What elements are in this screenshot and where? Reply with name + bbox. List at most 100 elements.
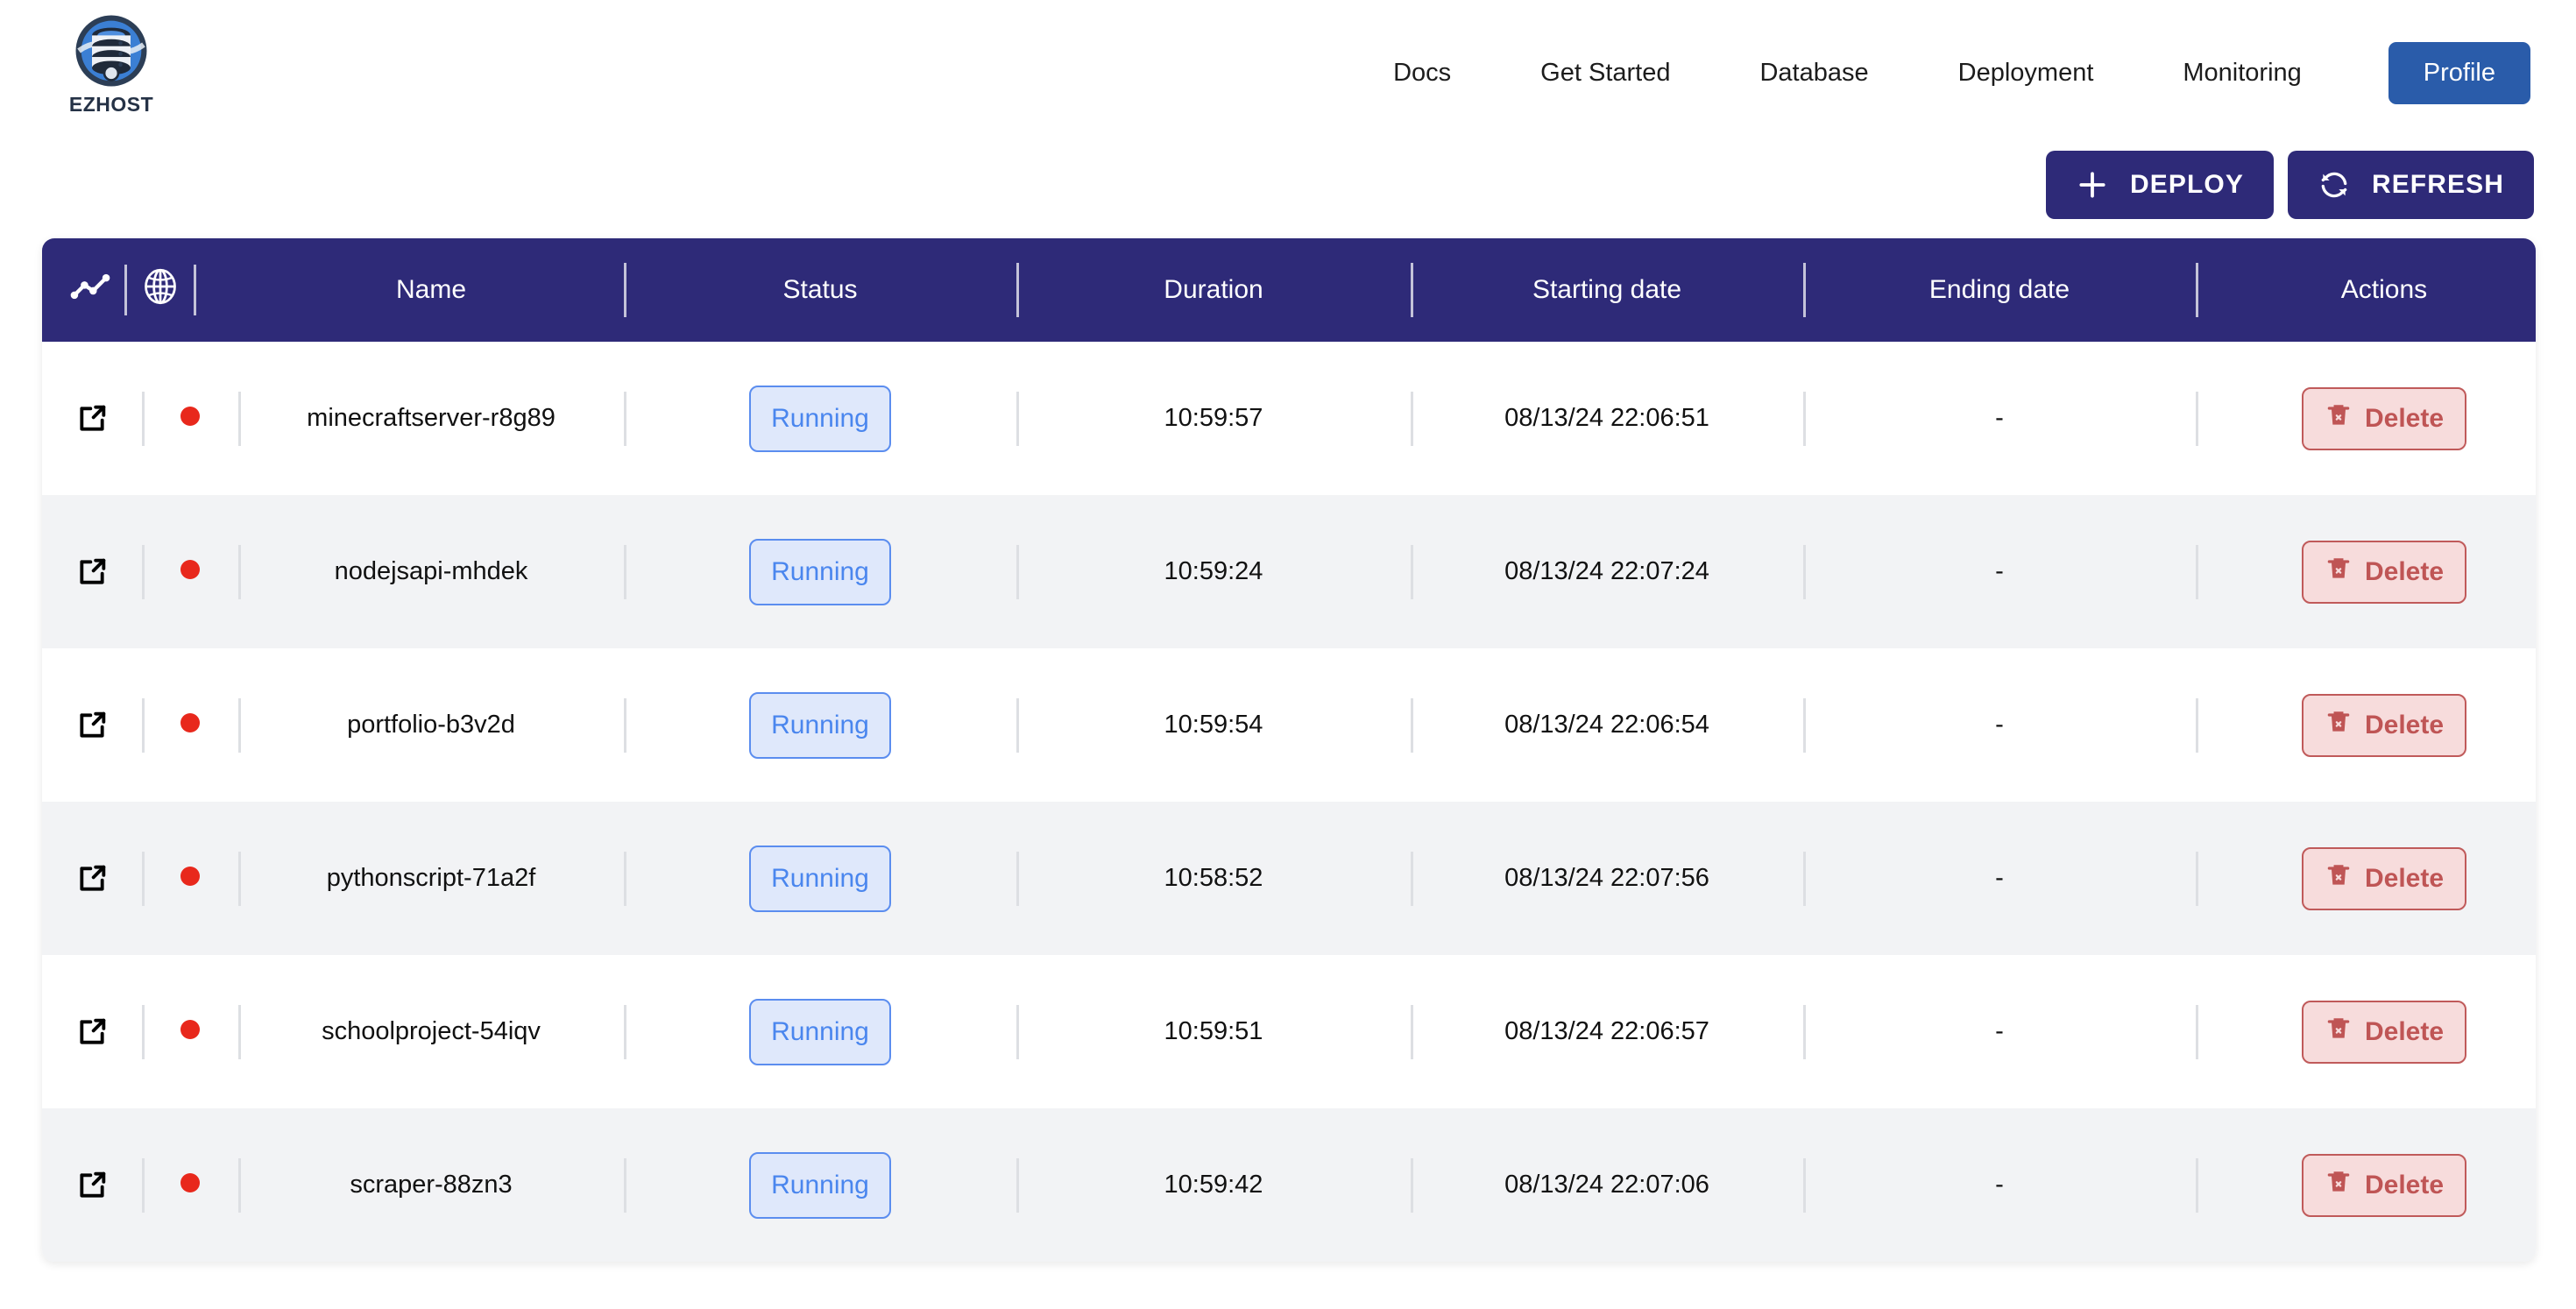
open-external-link-button[interactable] xyxy=(42,955,142,1108)
trash-icon xyxy=(2325,555,2353,590)
status-badge[interactable]: Running xyxy=(749,1151,891,1219)
table-row: portfolio-b3v2d Running 10:59:54 08/13/24 2… xyxy=(42,648,2536,802)
column-header-starting-date[interactable]: Starting date xyxy=(1411,238,1803,342)
cell-status: Running xyxy=(624,342,1016,495)
nav-item-monitoring[interactable]: Monitoring xyxy=(2138,59,2346,88)
status-badge[interactable]: Running xyxy=(749,691,891,759)
status-badge[interactable]: Running xyxy=(749,845,891,912)
cell-ending-date: - xyxy=(1803,802,2196,955)
nav-item-database[interactable]: Database xyxy=(1715,59,1913,88)
ending-date-value: - xyxy=(1995,711,2004,739)
trash-icon xyxy=(2325,1015,2353,1050)
trash-icon xyxy=(2325,708,2353,743)
table-row: scraper-88zn3 Running 10:59:42 08/13/24 22:… xyxy=(42,1108,2536,1262)
delete-button[interactable]: Delete xyxy=(2301,693,2467,757)
status-dot-icon xyxy=(180,713,200,732)
status-badge[interactable]: Running xyxy=(749,385,891,452)
delete-button[interactable]: Delete xyxy=(2301,1000,2467,1064)
refresh-icon xyxy=(2318,168,2351,202)
delete-button-label: Delete xyxy=(2364,710,2445,739)
open-external-link-button[interactable] xyxy=(42,1108,142,1262)
status-dot-icon xyxy=(180,560,200,579)
column-header-ending-date[interactable]: Ending date xyxy=(1803,238,2196,342)
ending-date-value: - xyxy=(1995,1171,2004,1199)
cell-duration: 10:59:57 xyxy=(1016,342,1411,495)
open-external-link-button[interactable] xyxy=(42,648,142,802)
open-external-link-button[interactable] xyxy=(42,342,142,495)
header-icon-divider-2 xyxy=(194,265,196,315)
cell-ending-date: - xyxy=(1803,648,2196,802)
status-badge[interactable]: Running xyxy=(749,998,891,1065)
column-header-duration[interactable]: Duration xyxy=(1016,238,1411,342)
nav-item-docs[interactable]: Docs xyxy=(1348,59,1496,88)
cell-name: scraper-88zn3 xyxy=(238,1108,624,1262)
table-row: schoolproject-54iqv Running 10:59:51 08/13/… xyxy=(42,955,2536,1108)
status-dot-cell xyxy=(142,1108,238,1262)
nav-links: Docs Get Started Database Deployment Mon… xyxy=(1348,0,2530,104)
cell-actions: Delete xyxy=(2196,955,2536,1108)
top-navigation-bar: EZHOST Docs Get Started Database Deploym… xyxy=(0,0,2576,166)
deploy-button-label: DEPLOY xyxy=(2129,170,2244,199)
delete-button[interactable]: Delete xyxy=(2301,386,2467,450)
status-dot-icon xyxy=(180,407,200,426)
cell-status: Running xyxy=(624,495,1016,648)
cell-duration: 10:59:24 xyxy=(1016,495,1411,648)
trash-icon xyxy=(2325,401,2353,436)
cell-duration: 10:59:42 xyxy=(1016,1108,1411,1262)
cell-name: nodejsapi-mhdek xyxy=(238,495,624,648)
delete-button-label: Delete xyxy=(2364,1170,2445,1199)
delete-button-label: Delete xyxy=(2364,863,2445,893)
plus-icon xyxy=(2076,168,2109,202)
column-header-name[interactable]: Name xyxy=(238,238,624,342)
cell-actions: Delete xyxy=(2196,648,2536,802)
cell-duration: 10:59:51 xyxy=(1016,955,1411,1108)
cell-name: minecraftserver-r8g89 xyxy=(238,342,624,495)
status-badge[interactable]: Running xyxy=(749,538,891,605)
delete-button[interactable]: Delete xyxy=(2301,1153,2467,1217)
cell-duration: 10:59:54 xyxy=(1016,648,1411,802)
trash-icon xyxy=(2325,1168,2353,1203)
status-dot-cell xyxy=(142,495,238,648)
cell-status: Running xyxy=(624,955,1016,1108)
globe-icon[interactable] xyxy=(141,267,180,313)
cell-ending-date: - xyxy=(1803,342,2196,495)
table-header: Name Status Duration Starting date Endin… xyxy=(42,238,2536,342)
deployments-table-container: Name Status Duration Starting date Endin… xyxy=(42,238,2536,1262)
trash-icon xyxy=(2325,861,2353,896)
open-external-link-button[interactable] xyxy=(42,802,142,955)
cell-starting-date: 08/13/24 22:07:56 xyxy=(1411,802,1803,955)
database-globe-logo-icon xyxy=(75,15,147,87)
delete-button[interactable]: Delete xyxy=(2301,540,2467,604)
cell-starting-date: 08/13/24 22:07:06 xyxy=(1411,1108,1803,1262)
cell-name: pythonscript-71a2f xyxy=(238,802,624,955)
header-icon-divider xyxy=(124,265,127,315)
brand-name: EZHOST xyxy=(68,93,154,116)
cell-name: schoolproject-54iqv xyxy=(238,955,624,1108)
cell-duration: 10:58:52 xyxy=(1016,802,1411,955)
cell-ending-date: - xyxy=(1803,495,2196,648)
cell-starting-date: 08/13/24 22:06:54 xyxy=(1411,648,1803,802)
refresh-button-label: REFRESH xyxy=(2371,170,2504,199)
line-chart-icon[interactable] xyxy=(70,272,110,308)
ending-date-value: - xyxy=(1995,1017,2004,1045)
cell-actions: Delete xyxy=(2196,342,2536,495)
column-header-status[interactable]: Status xyxy=(624,238,1016,342)
cell-actions: Delete xyxy=(2196,1108,2536,1262)
cell-actions: Delete xyxy=(2196,495,2536,648)
table-header-row: Name Status Duration Starting date Endin… xyxy=(42,238,2536,342)
cell-ending-date: - xyxy=(1803,1108,2196,1262)
nav-item-get-started[interactable]: Get Started xyxy=(1496,59,1715,88)
status-dot-icon xyxy=(180,1173,200,1192)
brand-logo-block[interactable]: EZHOST xyxy=(46,0,177,117)
cell-starting-date: 08/13/24 22:07:24 xyxy=(1411,495,1803,648)
header-icons-cell xyxy=(42,238,238,342)
delete-button-label: Delete xyxy=(2364,556,2445,586)
table-row: nodejsapi-mhdek Running 10:59:24 08/13/24 2… xyxy=(42,495,2536,648)
status-dot-cell xyxy=(142,802,238,955)
nav-item-deployment[interactable]: Deployment xyxy=(1914,59,2139,88)
profile-button[interactable]: Profile xyxy=(2388,42,2530,104)
delete-button[interactable]: Delete xyxy=(2301,846,2467,910)
open-external-link-button[interactable] xyxy=(42,495,142,648)
status-dot-icon xyxy=(180,1020,200,1039)
column-header-actions[interactable]: Actions xyxy=(2196,238,2536,342)
